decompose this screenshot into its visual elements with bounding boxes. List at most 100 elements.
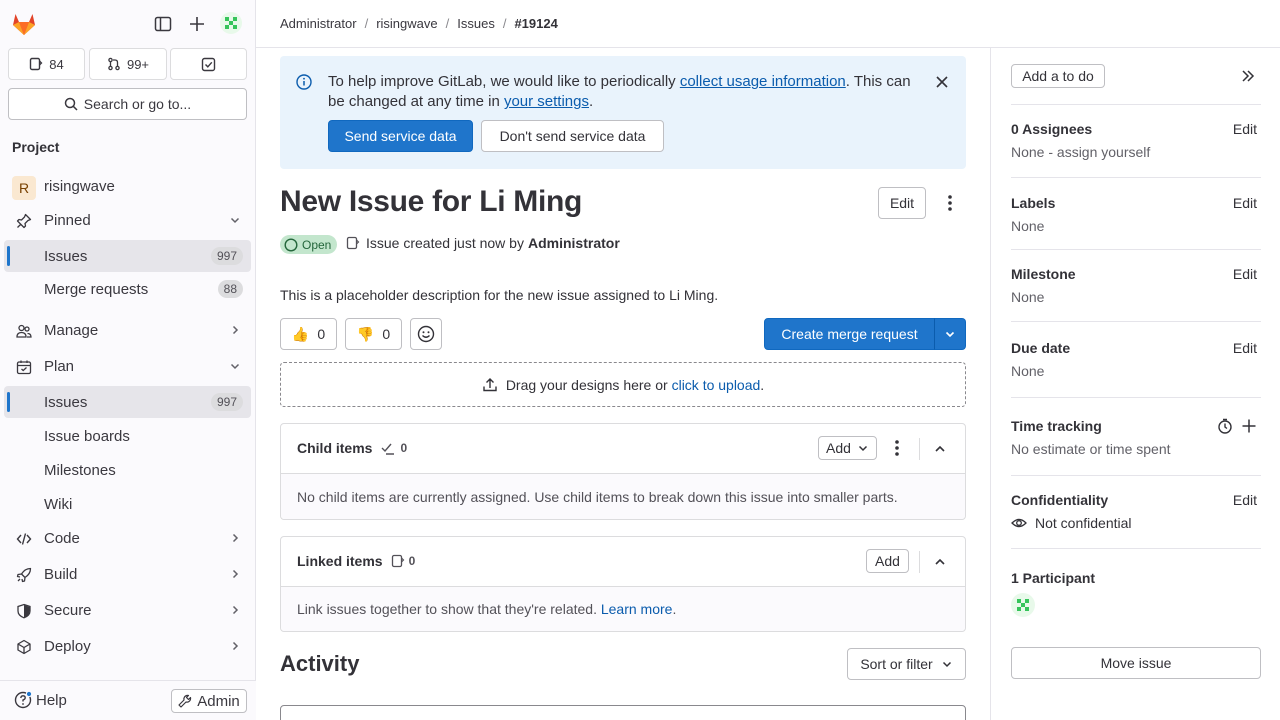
sidebar-top: [0, 0, 256, 48]
child-items-title: Child items: [297, 440, 373, 456]
chevron-down-icon: [229, 360, 241, 372]
assigned-issues-counter[interactable]: 84: [8, 48, 85, 80]
sidebar-item-manage[interactable]: Manage: [4, 314, 251, 346]
chevron-up-icon[interactable]: [933, 442, 947, 456]
sidebar-item-label: Milestones: [44, 461, 116, 479]
more-actions-icon[interactable]: [940, 193, 960, 213]
gitlab-logo-icon[interactable]: [10, 10, 38, 38]
sidebar-item-issue-boards[interactable]: Issue boards: [4, 420, 251, 452]
sidebar-item-wiki[interactable]: Wiki: [4, 488, 251, 520]
time-tracking-title: Time tracking: [1011, 418, 1102, 434]
add-child-item-button[interactable]: Add: [818, 436, 877, 460]
collect-usage-link[interactable]: collect usage information: [680, 73, 846, 90]
breadcrumb-item[interactable]: risingwave: [376, 16, 437, 31]
confidentiality-section: Confidentiality Edit Not confidential: [1011, 492, 1261, 549]
labels-section: Labels Edit None: [1011, 195, 1261, 250]
breadcrumb-item[interactable]: Administrator: [280, 16, 357, 31]
add-todo-button[interactable]: Add a to do: [1011, 64, 1105, 88]
your-settings-link[interactable]: your settings: [504, 93, 589, 110]
child-items-count: 0: [400, 441, 408, 455]
card-header: Linked items 0 Add: [281, 537, 965, 587]
project-avatar: R: [12, 176, 36, 200]
author-link[interactable]: Administrator: [528, 235, 620, 251]
add-linked-item-button[interactable]: Add: [866, 549, 909, 573]
milestone-edit-button[interactable]: Edit: [1233, 266, 1257, 282]
chevron-down-icon: [945, 331, 955, 338]
sidebar-item-pinned[interactable]: Pinned: [4, 204, 251, 236]
sidebar-item-deploy[interactable]: Deploy: [4, 630, 251, 662]
user-avatar[interactable]: [220, 12, 242, 34]
plus-icon[interactable]: [188, 15, 206, 33]
calendar-icon: [16, 359, 32, 375]
learn-more-link[interactable]: Learn more: [601, 601, 673, 617]
sidebar-item-milestones[interactable]: Milestones: [4, 454, 251, 486]
breadcrumb-item[interactable]: Issues: [457, 16, 495, 31]
merge-requests-counter[interactable]: 99+: [89, 48, 167, 80]
dont-send-service-data-button[interactable]: Don't send service data: [481, 120, 664, 152]
rocket-icon: [16, 567, 32, 583]
close-icon[interactable]: [934, 74, 950, 90]
issue-right-sidebar: Add a to do 0 Assignees Edit None - assi…: [990, 48, 1280, 720]
search-button[interactable]: Search or go to...: [8, 88, 247, 120]
sidebar-item-pinned-issues[interactable]: Issues 997: [4, 240, 251, 272]
confidentiality-edit-button[interactable]: Edit: [1233, 492, 1257, 508]
due-date-edit-button[interactable]: Edit: [1233, 340, 1257, 356]
design-dropzone[interactable]: Drag your designs here or click to uploa…: [280, 362, 966, 407]
chevron-down-icon: [858, 445, 867, 452]
sidebar-item-label: Plan: [44, 357, 75, 375]
sidebar-item-build[interactable]: Build: [4, 558, 251, 590]
click-to-upload-link[interactable]: click to upload: [672, 377, 761, 393]
search-label: Search or go to...: [83, 96, 192, 112]
linked-items-title: Linked items: [297, 553, 383, 569]
more-actions-icon[interactable]: [887, 438, 907, 458]
search-icon: [64, 97, 78, 111]
chevron-down-icon: [229, 214, 241, 226]
help-button[interactable]: Help: [14, 691, 67, 709]
linked-items-card: Linked items 0 Add Link issues together …: [280, 536, 966, 632]
plus-icon[interactable]: [1241, 418, 1257, 434]
sidebar-item-code[interactable]: Code: [4, 522, 251, 554]
issue-description: This is a placeholder description for th…: [280, 287, 719, 303]
banner-message: To help improve GitLab, we would like to…: [328, 72, 918, 112]
add-reaction-button[interactable]: [410, 318, 442, 350]
merge-request-icon: [108, 57, 120, 71]
sort-filter-dropdown[interactable]: Sort or filter: [847, 648, 966, 680]
labels-edit-button[interactable]: Edit: [1233, 195, 1257, 211]
chevron-right-icon: [229, 640, 241, 652]
divider: [919, 551, 920, 573]
admin-button[interactable]: Admin: [171, 689, 247, 713]
move-issue-button[interactable]: Move issue: [1011, 647, 1261, 679]
thumbs-down-button[interactable]: 👎 0: [345, 318, 402, 350]
assignees-edit-button[interactable]: Edit: [1233, 121, 1257, 137]
assignees-value[interactable]: None - assign yourself: [1011, 144, 1150, 160]
sidebar-item-project[interactable]: R risingwave: [4, 170, 251, 202]
stopwatch-icon[interactable]: [1217, 418, 1233, 434]
time-tracking-section: Time tracking No estimate or time spent: [1011, 418, 1261, 476]
sidebar-toggle-icon[interactable]: [154, 15, 172, 33]
participant-avatar[interactable]: [1011, 593, 1035, 617]
comment-editor[interactable]: [280, 705, 966, 720]
upload-icon: [483, 377, 497, 391]
child-items-card: Child items 0 Add No child items are cur…: [280, 423, 966, 520]
breadcrumb-separator: /: [502, 16, 507, 31]
sidebar-item-pinned-merge-requests[interactable]: Merge requests 88: [4, 273, 251, 305]
sidebar-item-plan[interactable]: Plan: [4, 350, 251, 382]
edit-title-button[interactable]: Edit: [878, 187, 926, 219]
sidebar-item-label: Pinned: [44, 211, 91, 229]
create-mr-dropdown-toggle[interactable]: [934, 318, 966, 350]
breadcrumb-item-current[interactable]: #19124: [514, 16, 557, 31]
collapse-sidebar-icon[interactable]: [1240, 68, 1256, 84]
issue-meta: Issue created just now by Administrator: [346, 235, 620, 251]
create-merge-request-button[interactable]: Create merge request: [764, 318, 935, 350]
send-service-data-button[interactable]: Send service data: [328, 120, 473, 152]
sidebar-item-label: Issues: [44, 247, 88, 265]
help-icon: [14, 691, 32, 709]
sidebar-item-secure[interactable]: Secure: [4, 594, 251, 626]
add-label: Add: [826, 440, 851, 456]
sidebar-item-plan-issues[interactable]: Issues 997: [4, 386, 251, 418]
sidebar-item-label: Secure: [44, 601, 92, 619]
todos-counter[interactable]: [170, 48, 247, 80]
chevron-up-icon[interactable]: [933, 555, 947, 569]
wrench-icon: [178, 694, 192, 708]
thumbs-up-button[interactable]: 👍 0: [280, 318, 337, 350]
